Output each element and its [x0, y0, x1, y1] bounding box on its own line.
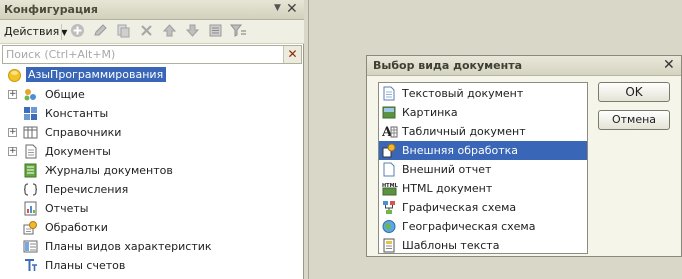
- configuration-title: Конфигурация: [4, 3, 98, 16]
- tree-item-reports[interactable]: Отчеты: [0, 199, 303, 218]
- list-item-label: Табличный документ: [402, 125, 526, 138]
- tree-item-label: Планы видов характеристик: [45, 240, 212, 253]
- external-processor-icon: [382, 143, 396, 158]
- graphic-scheme-icon: [382, 200, 396, 215]
- tree-item-label: Документы: [45, 145, 111, 158]
- spreadsheet-document-icon: A: [381, 124, 398, 140]
- add-icon[interactable]: [69, 23, 86, 40]
- move-up-icon[interactable]: [161, 23, 178, 40]
- close-icon[interactable]: ✕: [663, 57, 675, 73]
- expand-icon[interactable]: +: [8, 128, 17, 137]
- tree-item-journals[interactable]: Журналы документов: [0, 161, 303, 180]
- list-item-label: Внешний отчет: [402, 163, 492, 176]
- clear-search-button[interactable]: ✕: [283, 46, 301, 63]
- tree-item-label: Перечисления: [45, 183, 129, 196]
- tree-item-common[interactable]: + Общие: [0, 85, 303, 104]
- dialog-title: Выбор вида документа: [373, 59, 523, 72]
- list-item-external-report[interactable]: Внешний отчет: [379, 160, 587, 179]
- expand-icon[interactable]: +: [8, 147, 17, 156]
- actions-label: Действия: [4, 25, 60, 38]
- search-input[interactable]: Поиск (Ctrl+Alt+M) ✕: [2, 45, 302, 64]
- tree-item-label: Журналы документов: [45, 164, 173, 177]
- pin-icon[interactable]: ▼: [274, 3, 281, 13]
- list-item-label: Внешняя обработка: [402, 144, 519, 157]
- expand-icon[interactable]: +: [8, 90, 17, 99]
- picture-icon: [382, 105, 396, 120]
- list-item-label: Картинка: [402, 106, 458, 119]
- list-item-label: Графическая схема: [402, 201, 517, 214]
- list-item-text-templates[interactable]: Шаблоны текста: [379, 236, 587, 255]
- tree-item-documents[interactable]: + Документы: [0, 142, 303, 161]
- list-item-label: Географическая схема: [402, 220, 536, 233]
- list-item-picture[interactable]: Картинка: [379, 103, 587, 122]
- chart-of-accounts-icon: [23, 258, 38, 273]
- configuration-toolbar: Действия ▼: [0, 20, 304, 44]
- tree-item-data-processors[interactable]: Обработки: [0, 218, 303, 237]
- configuration-title-bar: Конфигурация ▼ ✕: [0, 0, 304, 20]
- copy-icon[interactable]: [115, 23, 132, 40]
- ok-button[interactable]: OK: [598, 82, 670, 102]
- tree-item-chart-of-accounts[interactable]: Планы счетов: [0, 256, 303, 275]
- external-report-icon: [382, 162, 396, 177]
- list-icon[interactable]: [207, 23, 224, 40]
- reports-icon: [23, 201, 38, 216]
- tree-item-characteristic-types[interactable]: Планы видов характеристик: [0, 237, 303, 256]
- constants-icon: [23, 106, 38, 121]
- filter-icon[interactable]: [229, 23, 247, 40]
- list-item-spreadsheet-document[interactable]: A Табличный документ: [379, 122, 587, 141]
- close-icon[interactable]: ✕: [286, 1, 298, 17]
- move-down-icon[interactable]: [184, 23, 201, 40]
- tree-item-label: Константы: [45, 107, 109, 120]
- text-document-icon: [382, 86, 396, 101]
- dialog-title-bar: Выбор вида документа ✕: [367, 56, 681, 76]
- enumerations-icon: [23, 182, 38, 197]
- configuration-panel: Конфигурация ▼ ✕ Действия ▼ Поиск (Ctrl+…: [0, 0, 304, 279]
- tree-item-constants[interactable]: Константы: [0, 104, 303, 123]
- search-placeholder: Поиск (Ctrl+Alt+M): [6, 48, 116, 61]
- edit-icon[interactable]: [92, 23, 109, 40]
- list-item-external-processor[interactable]: Внешняя обработка: [379, 141, 587, 160]
- configuration-root-icon: [7, 68, 22, 83]
- documents-icon: [23, 144, 38, 159]
- geographic-scheme-icon: [382, 219, 396, 234]
- html-document-icon: HTML: [382, 181, 399, 196]
- common-icon: [23, 87, 38, 102]
- characteristic-types-icon: [23, 239, 38, 254]
- tree-item-label: Справочники: [45, 126, 122, 139]
- catalogs-icon: [23, 125, 38, 140]
- delete-icon[interactable]: [138, 23, 155, 40]
- tree-item-label: Обработки: [45, 221, 108, 234]
- cancel-button[interactable]: Отмена: [598, 110, 670, 130]
- text-templates-icon: [382, 238, 396, 253]
- list-item-label: Шаблоны текста: [402, 239, 500, 252]
- document-type-dialog: Выбор вида документа ✕ Текстовый докумен…: [366, 55, 682, 257]
- list-item-html-document[interactable]: HTML HTML документ: [379, 179, 587, 198]
- document-type-list[interactable]: Текстовый документ Картинка A Табличный …: [378, 82, 588, 254]
- tree-root-label: АзыПрограммирования: [26, 67, 167, 82]
- data-processors-icon: [23, 220, 38, 235]
- list-item-label: HTML документ: [402, 182, 493, 195]
- list-item-text-document[interactable]: Текстовый документ: [379, 84, 587, 103]
- list-item-label: Текстовый документ: [402, 87, 524, 100]
- chevron-down-icon: ▼: [61, 28, 68, 37]
- tree-item-label: Отчеты: [45, 202, 89, 215]
- list-item-geographic-scheme[interactable]: Географическая схема: [379, 217, 587, 236]
- list-item-graphic-scheme[interactable]: Графическая схема: [379, 198, 587, 217]
- tree-item-catalogs[interactable]: + Справочники: [0, 123, 303, 142]
- journals-icon: [23, 163, 38, 178]
- tree-root-item[interactable]: АзыПрограммирования: [0, 66, 303, 85]
- tree-item-label: Планы счетов: [45, 259, 126, 272]
- toolbar-divider: [61, 24, 62, 40]
- actions-menu-button[interactable]: Действия ▼: [4, 25, 67, 38]
- tree-item-label: Общие: [45, 88, 85, 101]
- tree-item-enumerations[interactable]: Перечисления: [0, 180, 303, 199]
